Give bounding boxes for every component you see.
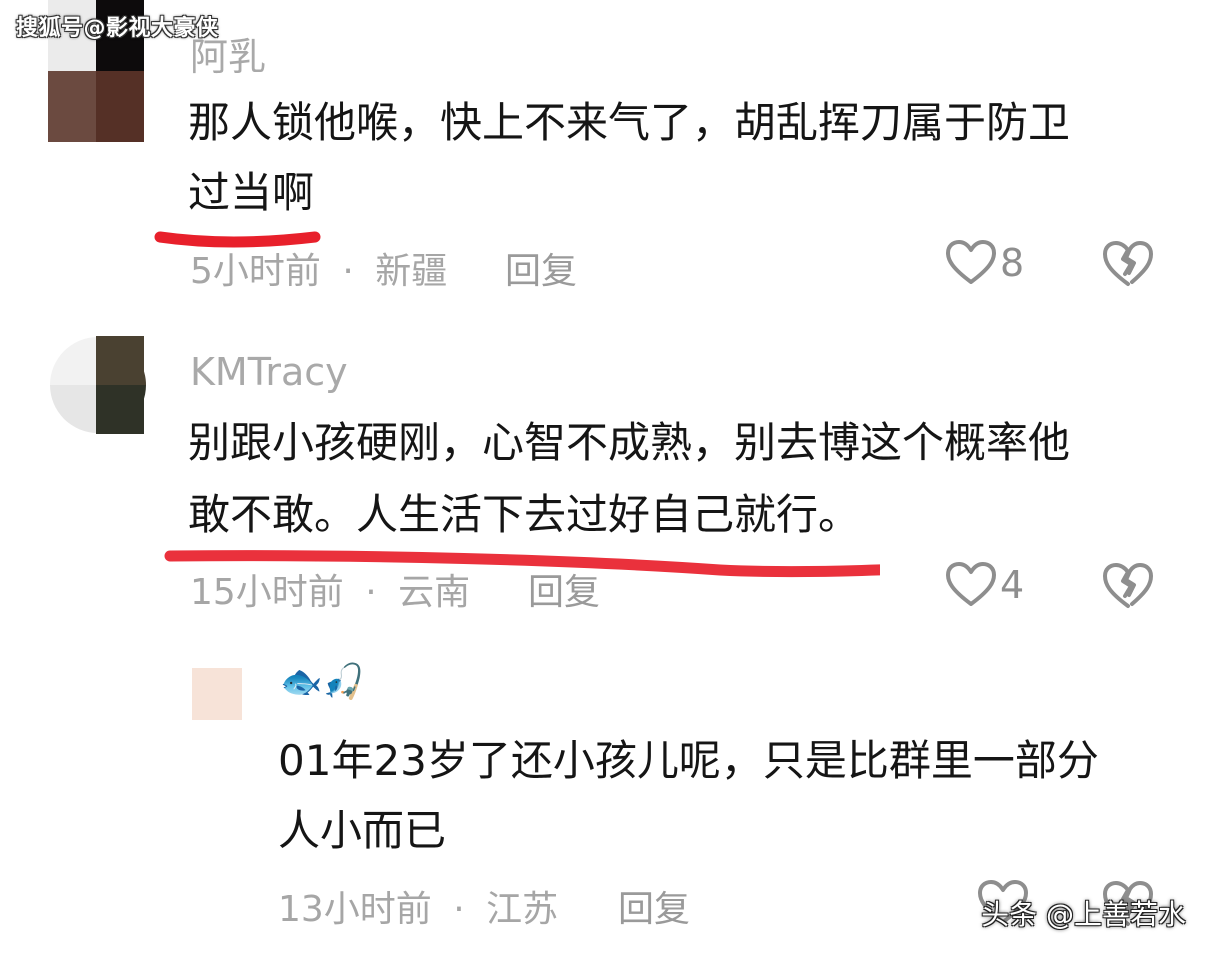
avatar-pixel: [96, 71, 144, 142]
broken-heart-icon[interactable]: [1102, 562, 1154, 610]
comment-text-line: 人小而已: [278, 806, 447, 855]
comment-time: 13小时前: [278, 889, 432, 930]
toutiao-watermark: 头条 @上善若水: [981, 898, 1186, 931]
comment-text-line: 01年23岁了还小孩儿呢，只是比群里一部分: [278, 736, 1099, 785]
reply-button[interactable]: 回复: [505, 242, 577, 294]
avatar-pixel: [50, 385, 98, 433]
comment-location: 江苏: [486, 889, 559, 930]
heart-outline-icon: [946, 240, 996, 284]
comment-location: 新疆: [375, 251, 448, 292]
like-count: 8: [1000, 241, 1025, 285]
avatar[interactable]: [192, 668, 242, 720]
comment-text-line: 别跟小孩硬刚，心智不成熟，别去博这个概率他: [188, 418, 1071, 467]
like-button[interactable]: 4: [946, 562, 1024, 608]
like-count: 4: [1000, 563, 1025, 607]
username[interactable]: 🐟🎣: [280, 662, 365, 702]
comment-meta: 13小时前 · 江苏: [278, 880, 558, 932]
avatar-pixel: [48, 71, 96, 142]
separator-dot: ·: [453, 889, 465, 930]
sohu-watermark: 搜狐号@影视大豪侠: [16, 16, 219, 41]
broken-heart-icon[interactable]: [1102, 240, 1154, 288]
avatar-pixel-overlay: [96, 336, 144, 434]
red-underline-mark: [164, 550, 880, 578]
heart-outline-icon: [946, 562, 996, 606]
like-button[interactable]: 8: [946, 240, 1024, 286]
comment-text-line: 那人锁他喉，快上不来气了，胡乱挥刀属于防卫: [188, 98, 1071, 147]
comment-meta: 5小时前 · 新疆: [190, 242, 447, 294]
reply-button[interactable]: 回复: [618, 880, 690, 932]
separator-dot: ·: [342, 251, 354, 292]
avatar-pixel: [50, 337, 98, 385]
comment-time: 5小时前: [190, 251, 321, 292]
username[interactable]: KMTracy: [190, 350, 348, 394]
